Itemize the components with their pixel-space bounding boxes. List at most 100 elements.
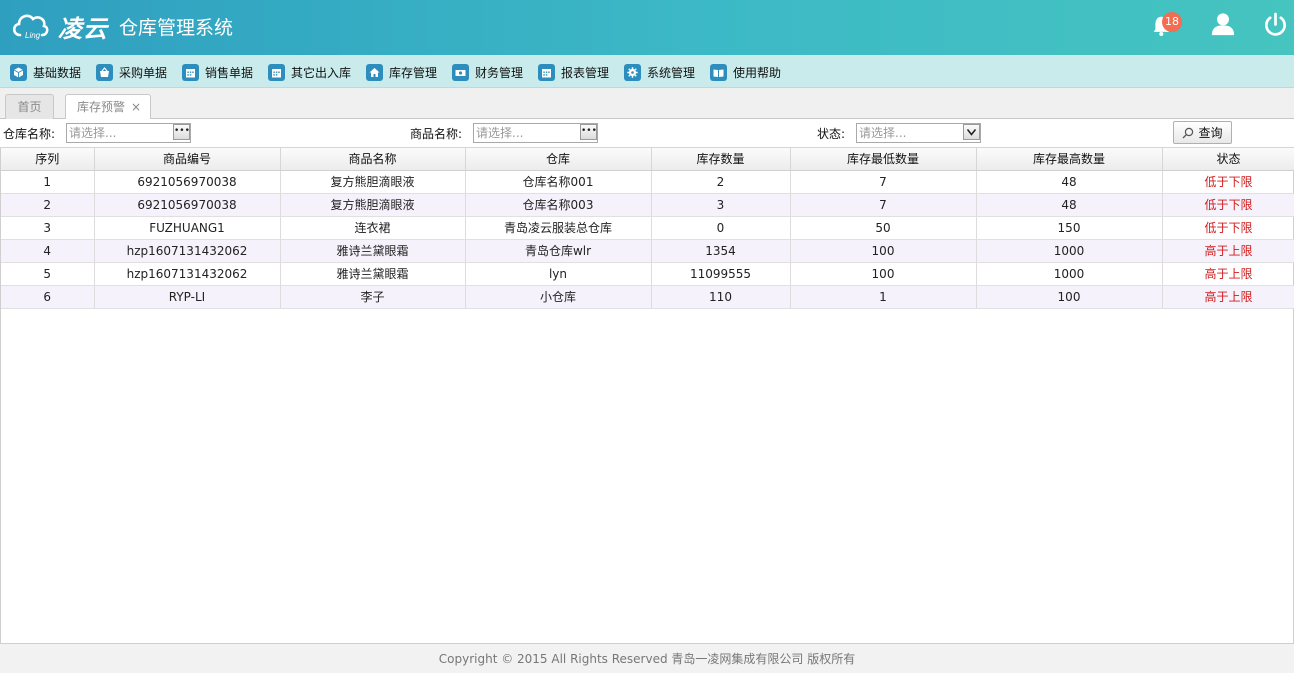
stock-warning-grid: 序列 商品编号 商品名称 仓库 库存数量 库存最低数量 库存最高数量 状态 1 … [0,148,1294,644]
status-label: 状态: [817,127,846,141]
table-cell: 3 [1,216,95,240]
warehouse-label: 仓库名称: [3,127,56,141]
column-header[interactable]: 库存数量 [651,148,791,171]
table-cell: 150 [976,216,1163,240]
app-header: Ling 凌云 仓库管理系统 18 [0,0,1294,55]
product-placeholder: 请选择... [476,126,524,140]
tab-label: 库存预警 [77,100,126,114]
table-row[interactable]: 3 FUZHUANG1 连衣裙 青岛凌云服装总仓库 0 50 150 低于下限 [1,216,1294,240]
table-cell: 4 [1,239,95,263]
calendar-icon [538,63,555,81]
table-cell: 小仓库 [465,285,652,309]
table-cell: 0 [651,216,791,240]
table-cell: 青岛仓库wlr [465,239,652,263]
chevron-down-icon[interactable] [963,124,980,140]
column-header[interactable]: 状态 [1162,148,1294,171]
table-header-row: 序列 商品编号 商品名称 仓库 库存数量 库存最低数量 库存最高数量 状态 [1,148,1294,171]
power-icon[interactable] [1263,12,1288,37]
menu-reports[interactable]: 报表管理 [538,62,609,82]
copyright-footer: Copyright © 2015 All Rights Reserved 青岛一… [0,644,1294,673]
column-header[interactable]: 库存最高数量 [976,148,1163,171]
table-cell: 青岛凌云服装总仓库 [465,216,652,240]
notification-badge: 18 [1162,12,1182,32]
table-cell: 复方熊胆滴眼液 [280,193,466,217]
tab-home[interactable]: 首页 [5,94,54,119]
query-label: 查询 [1198,126,1223,140]
table-cell: 1 [1,170,95,194]
money-icon [452,63,469,81]
system-title: 仓库管理系统 [119,17,234,39]
product-picker-button[interactable]: ••• [580,124,597,140]
menu-purchase-docs[interactable]: 采购单据 [96,62,167,82]
calendar-icon [182,63,199,81]
table-cell: 仓库名称001 [465,170,652,194]
table-cell: 6 [1,285,95,309]
table-cell: 48 [976,193,1163,217]
table-cell: 1000 [976,262,1163,286]
table-cell: 雅诗兰黛眼霜 [280,262,466,286]
menu-other-inout[interactable]: 其它出入库 [268,62,351,82]
main-menu-bar: 基础数据 采购单据 销售单据 其它出入库 库存管理 财务管理 报表管理 系统管理 [0,55,1294,88]
table-cell: 连衣裙 [280,216,466,240]
calendar-icon [268,63,285,81]
data-table: 序列 商品编号 商品名称 仓库 库存数量 库存最低数量 库存最高数量 状态 1 … [1,148,1294,309]
table-cell: RYP-LI [94,285,281,309]
column-header[interactable]: 仓库 [465,148,652,171]
product-label: 商品名称: [410,127,463,141]
column-header[interactable]: 库存最低数量 [790,148,977,171]
menu-label: 其它出入库 [291,65,352,80]
status-cell: 低于下限 [1162,216,1294,240]
status-cell: 高于上限 [1162,239,1294,263]
warehouse-placeholder: 请选择... [69,126,117,140]
menu-label: 基础数据 [33,65,82,80]
menu-label: 库存管理 [389,65,438,80]
table-row[interactable]: 1 6921056970038 复方熊胆滴眼液 仓库名称001 2 7 48 低… [1,170,1294,194]
table-cell: 110 [651,285,791,309]
status-cell: 低于下限 [1162,193,1294,217]
menu-label: 使用帮助 [733,65,782,80]
tab-label: 首页 [17,100,42,114]
column-header[interactable]: 商品编号 [94,148,281,171]
table-cell: 7 [790,170,977,194]
table-cell: 48 [976,170,1163,194]
warehouse-picker-button[interactable]: ••• [173,124,190,140]
table-row[interactable]: 5 hzp1607131432062 雅诗兰黛眼霜 lyn 11099555 1… [1,262,1294,286]
user-icon[interactable] [1211,12,1235,36]
search-icon [1183,127,1194,138]
gear-icon [624,63,641,81]
menu-label: 报表管理 [561,65,610,80]
menu-sales-docs[interactable]: 销售单据 [182,62,253,82]
status-cell: 低于下限 [1162,170,1294,194]
status-placeholder: 请选择... [859,126,907,140]
query-button[interactable]: 查询 [1173,121,1232,144]
table-cell: 2 [1,193,95,217]
table-cell: 李子 [280,285,466,309]
table-cell: 复方熊胆滴眼液 [280,170,466,194]
column-header[interactable]: 序列 [1,148,95,171]
table-cell: 雅诗兰黛眼霜 [280,239,466,263]
table-cell: 11099555 [651,262,791,286]
logo-sub-text: Ling [25,31,41,40]
book-icon [710,63,727,81]
table-row[interactable]: 6 RYP-LI 李子 小仓库 110 1 100 高于上限 [1,285,1294,309]
status-cell: 高于上限 [1162,262,1294,286]
menu-basic-data[interactable]: 基础数据 [10,62,81,82]
table-cell: 5 [1,262,95,286]
menu-system[interactable]: 系统管理 [624,62,695,82]
column-header[interactable]: 商品名称 [280,148,466,171]
menu-help[interactable]: 使用帮助 [710,62,781,82]
basket-icon [96,63,113,81]
menu-label: 系统管理 [647,65,696,80]
status-cell: 高于上限 [1162,285,1294,309]
table-cell: hzp1607131432062 [94,239,281,263]
close-icon[interactable]: × [131,95,141,119]
table-row[interactable]: 2 6921056970038 复方熊胆滴眼液 仓库名称003 3 7 48 低… [1,193,1294,217]
home-icon [366,63,383,81]
menu-finance[interactable]: 财务管理 [452,62,523,82]
tab-stock-warning[interactable]: 库存预警 × [65,94,151,120]
brand-name: 凌云 [58,15,108,43]
cube-icon [10,63,27,81]
table-cell: 1 [790,285,977,309]
menu-inventory[interactable]: 库存管理 [366,62,437,82]
table-row[interactable]: 4 hzp1607131432062 雅诗兰黛眼霜 青岛仓库wlr 1354 1… [1,239,1294,263]
